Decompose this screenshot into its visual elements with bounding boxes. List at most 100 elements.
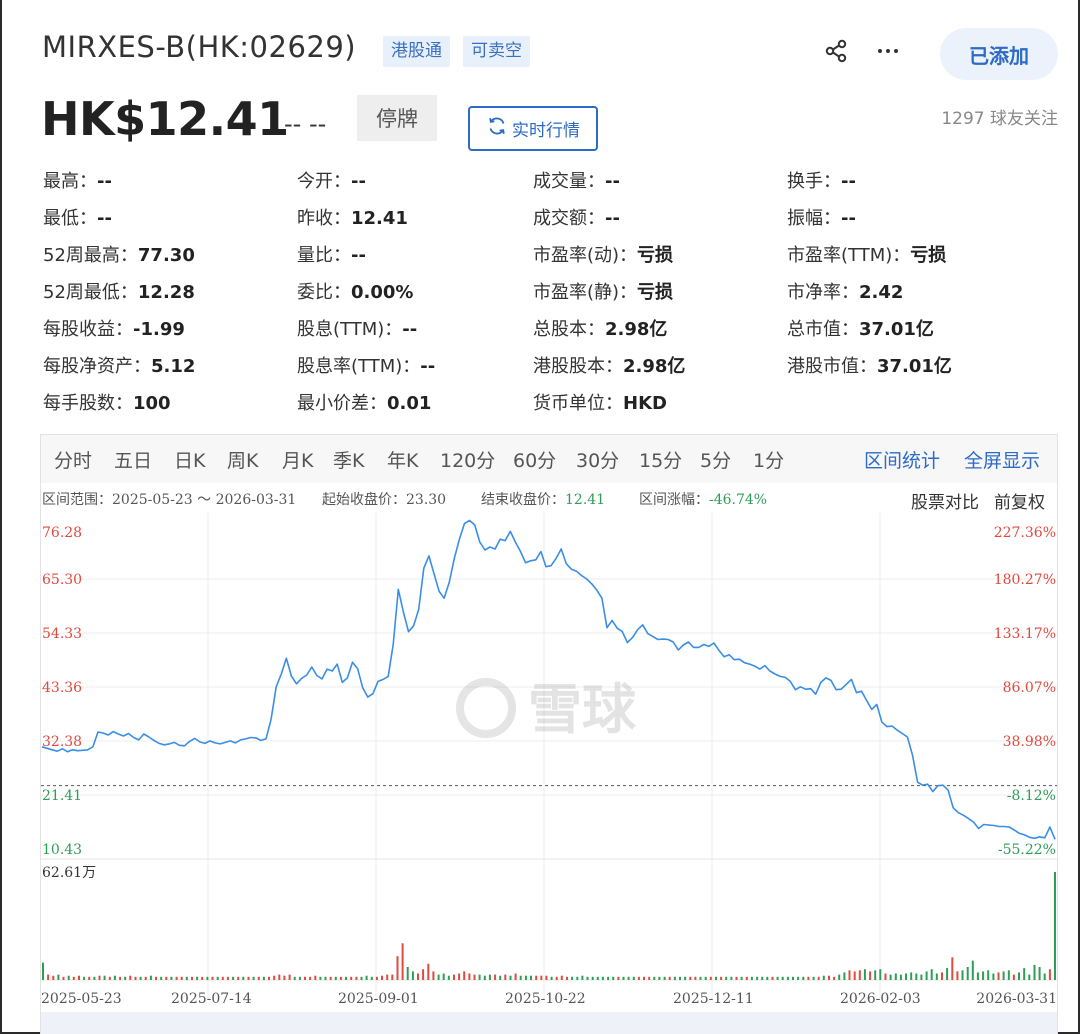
volume-bar — [417, 973, 419, 980]
volume-bar — [586, 976, 589, 980]
volume-bar — [381, 975, 383, 980]
volume-bar — [129, 975, 132, 980]
volume-bar — [612, 976, 615, 980]
volume-bar — [216, 976, 219, 980]
volume-bar — [314, 975, 317, 980]
volume-bar — [668, 976, 671, 980]
volume-bar — [1028, 974, 1031, 980]
volume-bar — [637, 976, 640, 980]
volume-bar — [648, 976, 651, 980]
watermark-text: 雪球 — [528, 678, 637, 741]
watermark-logo-icon — [456, 678, 516, 738]
volume-bar — [108, 976, 111, 980]
volume-bar — [252, 976, 255, 980]
volume-bar — [756, 976, 759, 980]
volume-bar — [463, 971, 466, 980]
volume-bar — [879, 969, 882, 980]
volume-bar — [694, 976, 697, 980]
volume-bar — [62, 976, 65, 980]
volume-bar — [720, 976, 723, 980]
y-tick-label: 43.36 — [42, 680, 82, 696]
volume-bar — [113, 975, 116, 980]
volume-bar — [591, 976, 594, 980]
volume-bar — [191, 976, 193, 980]
volume-bar — [535, 975, 538, 980]
volume-bar — [745, 976, 748, 980]
volume-bar — [776, 976, 779, 980]
volume-bar — [1002, 971, 1005, 980]
volume-bar — [401, 943, 404, 980]
volume-bar — [838, 974, 841, 980]
volume-bar — [874, 970, 877, 980]
volume-bar — [391, 974, 394, 980]
volume-bar — [766, 976, 769, 980]
volume-bar — [406, 967, 409, 980]
volume-bar — [339, 976, 342, 980]
volume-bar — [910, 972, 913, 980]
volume-bar — [483, 975, 486, 980]
volume-bar — [550, 976, 553, 980]
y-pct-tick-label: 38.98% — [1003, 734, 1056, 750]
volume-bar — [185, 976, 188, 980]
y-tick-label: 54.33 — [42, 626, 82, 642]
volume-bar — [1033, 964, 1036, 980]
volume-bar — [494, 974, 497, 980]
volume-bar — [673, 976, 676, 980]
volume-bar — [124, 976, 127, 980]
y-pct-tick-label: 133.17% — [994, 626, 1056, 642]
volume-bar — [293, 976, 296, 980]
volume-bar — [139, 976, 142, 980]
volume-bar — [966, 967, 969, 980]
volume-bar — [78, 975, 80, 980]
volume-bar — [468, 973, 471, 980]
volume-bar — [843, 972, 846, 980]
y-pct-tick-label: 227.36% — [994, 525, 1056, 541]
volume-bar — [1048, 969, 1051, 980]
volume-bar — [848, 970, 851, 980]
price-chart[interactable]: 76.28 227.36% 65.30 180.27% 54.33 133.17% 43.3… — [0, 0, 1080, 1034]
volume-bar — [935, 973, 938, 980]
volume-bar — [771, 976, 774, 980]
volume-bar — [704, 976, 707, 980]
x-tick-label: 2025-12-11 — [673, 991, 754, 1007]
volume-bar — [155, 976, 157, 980]
volume-bar — [781, 976, 784, 980]
volume-bar — [283, 975, 286, 980]
volume-bar — [1038, 967, 1041, 980]
volume-bar — [257, 976, 260, 980]
volume-bar — [324, 976, 327, 980]
volume-bar — [920, 974, 923, 980]
x-tick-label: 2026-02-03 — [840, 991, 921, 1007]
volume-bar — [699, 976, 702, 980]
volume-bar — [98, 975, 101, 980]
range-navigator[interactable] — [41, 1012, 1057, 1034]
volume-bar — [622, 976, 625, 980]
volume-bar — [524, 975, 527, 980]
volume-bar — [961, 970, 964, 980]
volume-bar — [411, 971, 414, 980]
volume-bar — [853, 971, 856, 980]
volume-bar — [268, 976, 270, 980]
volume-bar — [833, 976, 836, 980]
volume-bar — [504, 974, 507, 980]
volume-bar — [509, 975, 512, 980]
volume-bar — [478, 974, 481, 980]
volume-bar — [571, 976, 574, 980]
volume-bar — [170, 976, 173, 980]
volume-bar — [422, 969, 425, 980]
volume-bar — [134, 976, 137, 980]
volume-bar — [987, 970, 990, 980]
volume-bar — [144, 976, 147, 980]
volume-bar — [884, 973, 887, 980]
y-tick-label: 76.28 — [42, 525, 82, 541]
volume-bar — [735, 976, 738, 980]
volume-bar — [663, 976, 666, 980]
volume-bar — [345, 976, 348, 980]
volume-bar — [221, 976, 224, 980]
x-tick-label: 2026-03-31 — [976, 991, 1057, 1007]
volume-bar — [822, 975, 825, 980]
volume-bar — [709, 976, 712, 980]
volume-bar — [930, 969, 933, 980]
y-pct-tick-label: 180.27% — [994, 572, 1056, 588]
volume-bar — [863, 969, 866, 980]
